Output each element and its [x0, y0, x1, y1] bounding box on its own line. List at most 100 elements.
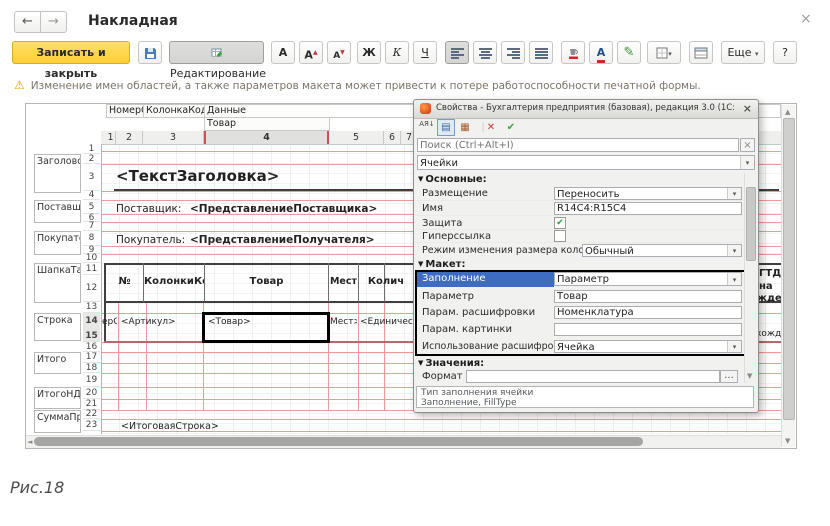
- table-header-qty[interactable]: Колич: [359, 263, 413, 301]
- vertical-scrollbar-thumb[interactable]: [783, 118, 795, 420]
- cell-row-unit[interactable]: <Единичество: [360, 317, 414, 327]
- selected-cell-border[interactable]: [202, 312, 330, 343]
- table-header-code[interactable]: КолонкиКо: [144, 263, 204, 301]
- line-color-button[interactable]: ✎: [617, 41, 641, 64]
- table-header-num[interactable]: №: [106, 263, 143, 301]
- cell-row-places[interactable]: Мест>: [330, 317, 357, 327]
- chevron-down-icon[interactable]: ▾: [727, 273, 741, 285]
- prop-parameter-label: Параметр: [422, 291, 552, 302]
- scroll-up-icon[interactable]: ▲: [785, 108, 790, 116]
- save-close-button[interactable]: Записать и закрыть: [12, 41, 130, 64]
- align-justify-button[interactable]: [529, 41, 553, 64]
- horizontal-scrollbar-thumb[interactable]: [34, 437, 643, 446]
- font-color-button[interactable]: A: [589, 41, 613, 64]
- chevron-down-icon[interactable]: ▾: [727, 245, 741, 256]
- table-header-places[interactable]: Мест: [329, 263, 358, 301]
- edit-table-icon: [211, 46, 223, 59]
- prop-decryption-label: Парам. расшифровки: [422, 307, 552, 318]
- dialog-scrollbar[interactable]: ▼: [744, 173, 756, 383]
- italic-button[interactable]: К: [385, 41, 409, 64]
- merge-cells-icon: [694, 46, 708, 59]
- cell-supplier-value[interactable]: <ПредставлениеПоставщика>: [190, 203, 377, 215]
- sort-alphabetical-icon[interactable]: АЯ↓: [418, 119, 436, 137]
- dialog-titlebar[interactable]: Свойства - Бухгалтерия предприятия (базо…: [414, 100, 758, 119]
- save-button[interactable]: [138, 41, 162, 64]
- dropdown-icon: ▾: [755, 50, 759, 58]
- fill-color-button[interactable]: [561, 41, 585, 64]
- help-button[interactable]: ?: [773, 41, 797, 64]
- cell-supplier-label[interactable]: Поставщик:: [116, 203, 181, 215]
- align-right-button[interactable]: [501, 41, 525, 64]
- prop-decryption-input[interactable]: [554, 306, 742, 319]
- dialog-close-icon[interactable]: ×: [743, 102, 752, 115]
- object-type-combo[interactable]: Ячейки▾: [417, 155, 755, 170]
- edit-mode-button[interactable]: Редактирование: [169, 41, 264, 64]
- paint-bucket-icon: [566, 46, 580, 59]
- prop-picture-input[interactable]: [554, 323, 742, 336]
- prop-parameter-input[interactable]: [554, 290, 742, 303]
- properties-dialog: Свойства - Бухгалтерия предприятия (базо…: [413, 99, 759, 413]
- 1c-logo-icon: [420, 103, 431, 114]
- search-clear-icon[interactable]: ×: [740, 138, 755, 152]
- apply-icon[interactable]: ✔: [502, 119, 520, 136]
- prop-resize-combo[interactable]: Обычный▾: [582, 244, 742, 257]
- prop-hyperlink-checkbox[interactable]: [554, 230, 566, 242]
- important-only-icon[interactable]: ▦: [456, 119, 474, 136]
- cell-row-articul[interactable]: <Артикул>: [121, 317, 176, 327]
- section-values[interactable]: ▼Значения:: [418, 358, 484, 369]
- cell-gtd[interactable]: ГТД: [759, 268, 781, 279]
- font-decrease-button[interactable]: A▼: [327, 41, 351, 64]
- prop-details-combo[interactable]: Ячейка▾: [554, 340, 742, 353]
- page-close-icon[interactable]: ×: [800, 11, 812, 27]
- back-button[interactable]: ←: [14, 11, 41, 33]
- chevron-down-icon[interactable]: ▾: [727, 341, 741, 352]
- cell-row-num[interactable]: ерСтр: [102, 317, 117, 327]
- align-center-button[interactable]: [473, 41, 497, 64]
- cell-buyer-label[interactable]: Покупатель:: [116, 234, 185, 246]
- more-button[interactable]: Еще ▾: [721, 41, 765, 64]
- font-button[interactable]: A: [271, 41, 295, 64]
- horizontal-scrollbar[interactable]: ◄: [26, 435, 781, 448]
- prop-format-input[interactable]: [466, 370, 720, 383]
- collapse-icon[interactable]: ▼: [418, 359, 423, 367]
- check-icon: ✔: [556, 218, 564, 228]
- forward-button[interactable]: →: [40, 11, 67, 33]
- hint-line1: Тип заполнения ячейки: [421, 388, 533, 398]
- section-layout[interactable]: ▼Макет:: [418, 259, 465, 270]
- align-left-button[interactable]: [445, 41, 469, 64]
- scroll-down-icon[interactable]: ▼: [747, 372, 752, 380]
- prop-protection-checkbox[interactable]: ✔: [554, 217, 566, 229]
- toolbar: Записать и закрыть Редактирование A A▲ A…: [0, 41, 830, 67]
- chevron-down-icon[interactable]: ▾: [727, 188, 741, 199]
- prop-placement-label: Размещение: [422, 188, 552, 199]
- cell-total-row[interactable]: <ИтоговаяСтрока>: [121, 421, 219, 432]
- merge-cells-button[interactable]: [689, 41, 713, 64]
- format-ellipsis-button[interactable]: ...: [720, 370, 738, 383]
- prop-name-label: Имя: [422, 203, 552, 214]
- bold-button[interactable]: Ж: [357, 41, 381, 64]
- categories-icon[interactable]: ▤: [437, 119, 455, 136]
- prop-name-input[interactable]: [554, 202, 742, 215]
- scroll-down-icon[interactable]: ▼: [785, 437, 790, 445]
- dialog-scrollbar-thumb[interactable]: [746, 187, 756, 261]
- underline-button[interactable]: Ч: [413, 41, 437, 64]
- row-separator: [416, 200, 744, 201]
- vertical-scrollbar[interactable]: ▲ ▼: [781, 105, 795, 447]
- search-input[interactable]: [417, 138, 739, 152]
- cancel-icon[interactable]: ✕: [482, 119, 500, 136]
- back-icon: ←: [22, 14, 33, 29]
- prop-fill-combo[interactable]: Параметр▾: [554, 272, 742, 286]
- scroll-left-icon[interactable]: ◄: [27, 438, 32, 446]
- collapse-icon[interactable]: ▼: [418, 260, 423, 268]
- section-main[interactable]: ▼Основные:: [418, 174, 487, 185]
- warning-message: ⚠Изменение имен областей, а также параме…: [14, 78, 701, 92]
- table-header-item[interactable]: Товар: [205, 263, 328, 301]
- font-increase-button[interactable]: A▲: [299, 41, 323, 64]
- prop-fill-label[interactable]: Заполнение: [416, 271, 554, 287]
- chevron-down-icon[interactable]: ▾: [740, 156, 754, 169]
- prop-placement-combo[interactable]: Переносить▾: [554, 187, 742, 200]
- cell-template-title[interactable]: <ТекстЗаголовка>: [116, 167, 279, 185]
- collapse-icon[interactable]: ▼: [418, 175, 423, 183]
- borders-button[interactable]: ▾: [647, 41, 681, 64]
- cell-buyer-value[interactable]: <ПредставлениеПолучателя>: [190, 234, 375, 246]
